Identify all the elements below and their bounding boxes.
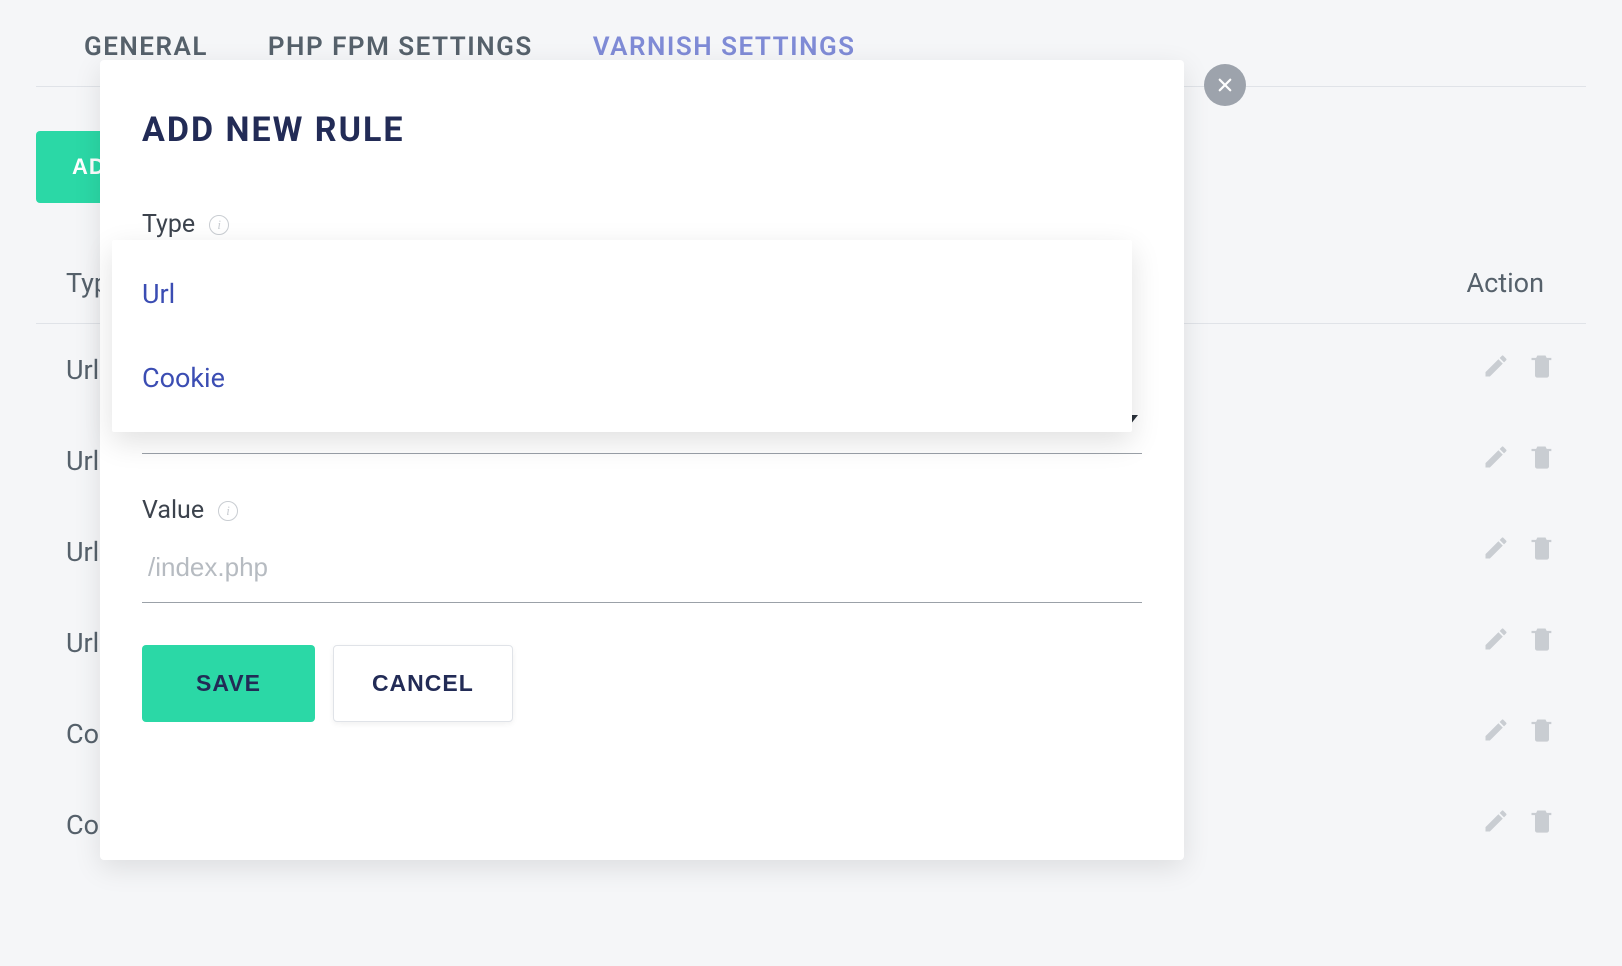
tab-php-fpm[interactable]: PHP FPM SETTINGS [268,32,533,62]
type-label: Type i [142,210,1142,239]
delete-icon[interactable] [1528,625,1556,653]
type-label-text: Type [142,210,195,239]
tab-varnish[interactable]: VARNISH SETTINGS [593,32,856,62]
delete-icon[interactable] [1528,716,1556,744]
close-icon[interactable] [1204,64,1246,106]
cell-action [1312,688,1586,779]
value-label-text: Value [142,496,204,525]
edit-icon[interactable] [1482,625,1510,653]
tab-general[interactable]: GENERAL [84,32,208,62]
edit-icon[interactable] [1482,807,1510,835]
edit-icon[interactable] [1482,534,1510,562]
cell-action [1312,779,1586,870]
delete-icon[interactable] [1528,443,1556,471]
value-label: Value i [142,496,1142,525]
value-input-row [142,537,1142,603]
cell-action [1312,506,1586,597]
type-option-url[interactable]: Url [112,252,1132,336]
cell-action [1312,597,1586,688]
col-action: Action [1312,243,1586,324]
type-dropdown: Url Cookie [112,240,1132,432]
save-button[interactable]: SAVE [142,645,315,722]
edit-icon[interactable] [1482,443,1510,471]
modal-close[interactable] [1204,64,1246,106]
info-icon[interactable]: i [209,215,229,235]
cell-action [1312,415,1586,506]
edit-icon[interactable] [1482,352,1510,380]
modal-actions: SAVE CANCEL [142,645,1142,722]
edit-icon[interactable] [1482,716,1510,744]
value-input[interactable] [146,551,1138,584]
type-option-cookie[interactable]: Cookie [112,336,1132,420]
info-icon[interactable]: i [218,501,238,521]
cancel-button[interactable]: CANCEL [333,645,513,722]
delete-icon[interactable] [1528,807,1556,835]
modal-title: ADD NEW RULE [142,110,1142,150]
delete-icon[interactable] [1528,352,1556,380]
delete-icon[interactable] [1528,534,1556,562]
cell-action [1312,324,1586,416]
add-rule-modal: ADD NEW RULE Type i Exclude Value i SAVE… [100,60,1184,860]
